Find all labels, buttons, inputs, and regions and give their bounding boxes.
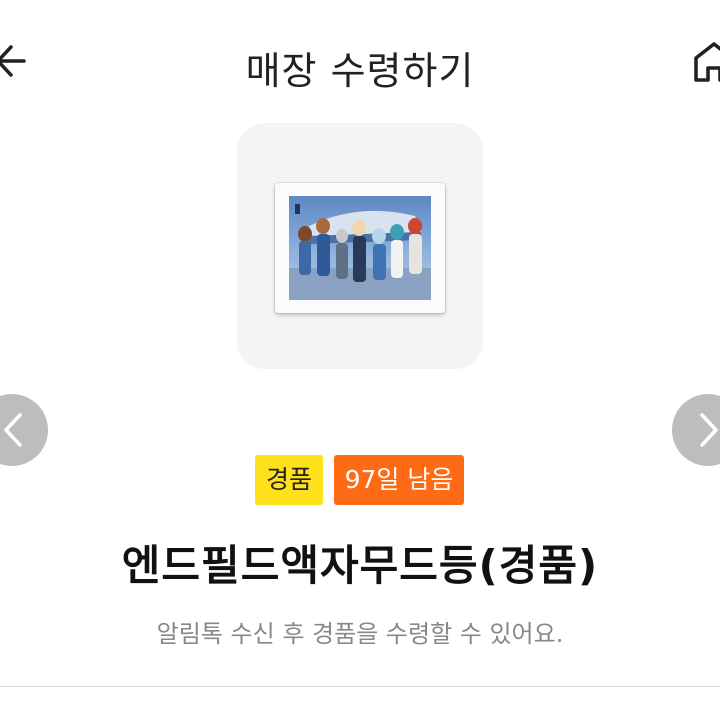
badge-row: 경품 97일 남음 — [0, 455, 720, 507]
product-image — [275, 183, 445, 313]
chevron-right-icon — [700, 413, 718, 447]
pickup-notice: 알림톡 수신 후 경품을 수령할 수 있어요. — [156, 620, 564, 648]
header: 매장 수령하기 — [0, 0, 720, 120]
chevron-left-icon — [4, 413, 22, 447]
product-image-card — [237, 123, 483, 369]
days-left-badge: 97일 남음 — [334, 455, 464, 505]
divider — [0, 686, 720, 687]
home-icon — [694, 42, 720, 82]
poster-artwork — [289, 196, 431, 300]
home-button[interactable] — [690, 36, 720, 86]
product-name: 엔드필드액자무드등(경품) — [121, 541, 599, 590]
page-title: 매장 수령하기 — [245, 49, 475, 93]
gift-badge: 경품 — [255, 455, 323, 505]
